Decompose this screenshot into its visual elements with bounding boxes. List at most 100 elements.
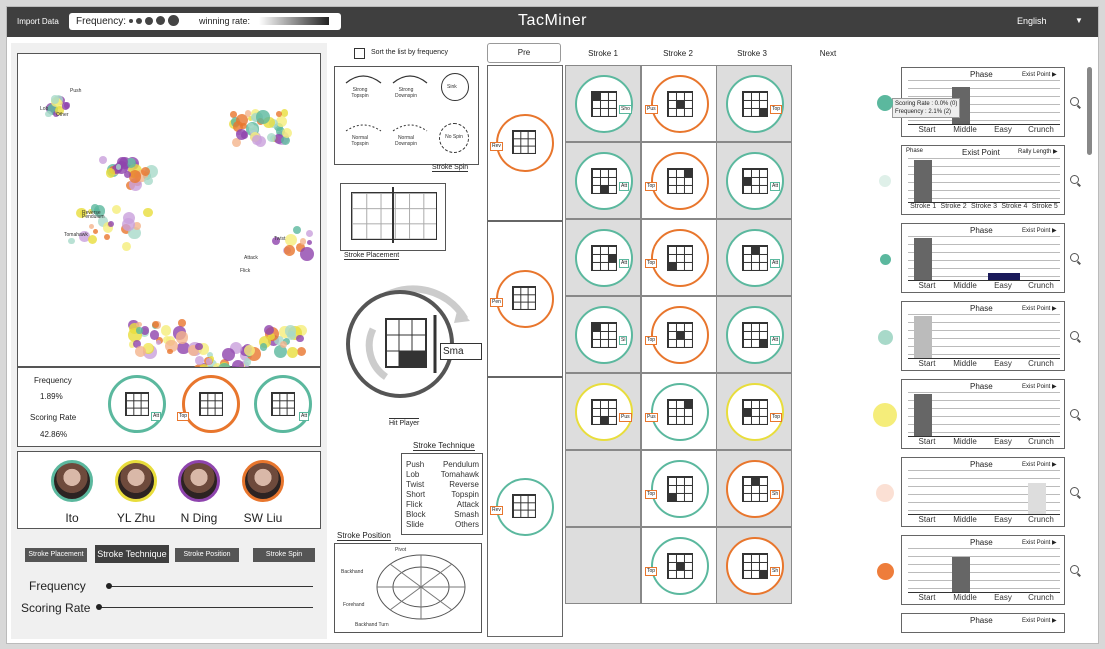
scatter-point[interactable] (51, 95, 60, 104)
scatter-point[interactable] (296, 335, 304, 343)
sequence-cell[interactable]: Pus (641, 65, 717, 142)
sequence-cell[interactable]: Sh (716, 450, 792, 527)
search-icon[interactable] (1070, 409, 1079, 418)
scatter-point[interactable] (175, 331, 189, 344)
sequence-cell[interactable]: Top (716, 373, 792, 450)
chart-bar[interactable] (1028, 483, 1046, 514)
scatter-point[interactable] (299, 247, 314, 261)
sequence-cell[interactable]: Pus (565, 373, 641, 450)
sequence-cell[interactable]: Att (565, 219, 641, 296)
next-button[interactable]: Next (793, 49, 863, 58)
search-icon[interactable] (1070, 565, 1079, 574)
chevron-down-icon[interactable]: ▼ (1075, 16, 1083, 25)
scatter-point[interactable] (167, 348, 173, 355)
frequency-slider-track[interactable] (107, 586, 313, 587)
search-icon[interactable] (1070, 97, 1079, 106)
scatter-point[interactable] (299, 238, 307, 245)
pre-stroke-cell[interactable]: Rev (487, 65, 563, 221)
avatar-n-ding[interactable] (178, 460, 220, 502)
avatar-ito[interactable] (51, 460, 93, 502)
search-icon[interactable] (1070, 175, 1079, 184)
chart-exist-point-label[interactable]: Exist Point ▶ (1022, 461, 1057, 468)
chart-bar[interactable] (914, 394, 932, 436)
chart-exist-point-label[interactable]: Exist Point ▶ (1022, 227, 1057, 234)
chart-exist-point-label[interactable]: Exist Point ▶ (1022, 71, 1057, 78)
stroke-spin-button[interactable]: Stroke Spin (253, 548, 315, 562)
scatter-point[interactable] (121, 242, 131, 252)
sort-checkbox[interactable] (354, 48, 365, 59)
sequence-cell[interactable]: Att (716, 296, 792, 373)
scatter-point[interactable] (104, 234, 111, 241)
sequence-cell[interactable]: Att (716, 219, 792, 296)
scatter-point[interactable] (286, 346, 298, 358)
chart-exist-point-label[interactable]: Exist Point ▶ (1022, 383, 1057, 390)
chart-bar[interactable] (914, 160, 932, 202)
scoring-slider-handle[interactable] (96, 604, 102, 610)
scatter-point[interactable] (107, 220, 114, 227)
mini-chart[interactable]: Phase Exist Point ▶ Start Middle Easy Crunch (901, 457, 1065, 527)
frequency-slider-handle[interactable] (106, 583, 112, 589)
avatar-sw-liu[interactable] (242, 460, 284, 502)
sequence-cell[interactable]: Top (641, 219, 717, 296)
mini-chart[interactable]: Phase Exist Point Rally Length ▶ Stroke 1 St… (901, 145, 1065, 215)
mini-chart[interactable]: Phase Exist Point ▶ Start Middle Easy Crunch S… (892, 67, 1065, 137)
chart-bar[interactable] (952, 556, 970, 592)
chart-bar[interactable] (914, 238, 932, 280)
chart-exist-point-label[interactable]: Exist Point ▶ (1022, 539, 1057, 546)
scoring-slider-track[interactable] (97, 607, 313, 608)
scatter-point[interactable] (259, 343, 268, 351)
sequence-cell[interactable]: Sho (565, 65, 641, 142)
scatter-point[interactable] (279, 340, 287, 349)
sequence-cell[interactable]: Sl (565, 296, 641, 373)
scatter-point[interactable] (243, 358, 252, 366)
stroke-position-button[interactable]: Stroke Position (175, 548, 239, 562)
sequence-cell[interactable]: Top (641, 527, 717, 604)
scatter-point[interactable] (305, 230, 314, 238)
scatter-point[interactable] (105, 168, 115, 178)
search-icon[interactable] (1070, 487, 1079, 496)
sequence-cell[interactable]: Sh (716, 527, 792, 604)
sequence-cell[interactable]: Top (641, 450, 717, 527)
sequence-cell[interactable]: Pus (641, 373, 717, 450)
scatter-point[interactable] (205, 358, 213, 365)
mini-chart[interactable]: Phase Exist Point ▶ Start Middle Easy Crunch (901, 379, 1065, 449)
scatter-point[interactable] (61, 102, 69, 110)
sequence-cell[interactable] (565, 527, 641, 604)
scatter-point[interactable] (297, 346, 307, 357)
pre-stroke-cell[interactable]: Rev (487, 377, 563, 637)
avatar-yl-zhu[interactable] (115, 460, 157, 502)
sequence-cell[interactable]: Att (565, 142, 641, 219)
sequence-cell[interactable]: Att (716, 142, 792, 219)
language-select[interactable]: English (1017, 16, 1047, 26)
scatter-point[interactable] (266, 132, 277, 143)
scatter-point[interactable] (156, 340, 162, 346)
chart-exist-point-label[interactable]: Exist Point (962, 148, 1000, 157)
pre-stroke-cell[interactable]: Pen (487, 221, 563, 377)
stroke-technique-button[interactable]: Stroke Technique (95, 545, 169, 563)
chart-rally-length-label[interactable]: Rally Length ▶ (1018, 148, 1058, 155)
scatter-point[interactable] (195, 342, 204, 351)
scatter-point[interactable] (135, 346, 146, 357)
sequence-cell[interactable]: Top (641, 142, 717, 219)
scatter-point[interactable] (222, 347, 235, 361)
scatter-point[interactable] (150, 330, 160, 340)
sequence-cell[interactable]: Top (716, 65, 792, 142)
scatter-point[interactable] (293, 226, 302, 235)
search-icon[interactable] (1070, 331, 1079, 340)
scatter-point[interactable] (283, 245, 295, 256)
chart-bar[interactable] (988, 273, 1020, 280)
mini-chart[interactable]: Phase Exist Point ▶ Start Middle Easy Crunch (901, 223, 1065, 293)
scatter-point[interactable] (92, 228, 98, 234)
tab-pre[interactable]: Pre (487, 43, 561, 63)
scatter-point[interactable] (256, 110, 270, 124)
sequence-cell[interactable]: Top (641, 296, 717, 373)
scatter-point[interactable] (143, 207, 154, 218)
scatter-point[interactable] (243, 344, 255, 356)
chart-bar[interactable] (914, 316, 932, 358)
scatter-point[interactable] (136, 327, 143, 334)
scatter-point[interactable] (115, 164, 122, 170)
mini-chart[interactable]: Phase Exist Point ▶ Start Middle Easy Crunch (901, 301, 1065, 371)
scatter-point[interactable] (160, 324, 172, 336)
scatter-point[interactable] (88, 235, 98, 245)
stroke-placement-button[interactable]: Stroke Placement (25, 548, 87, 562)
